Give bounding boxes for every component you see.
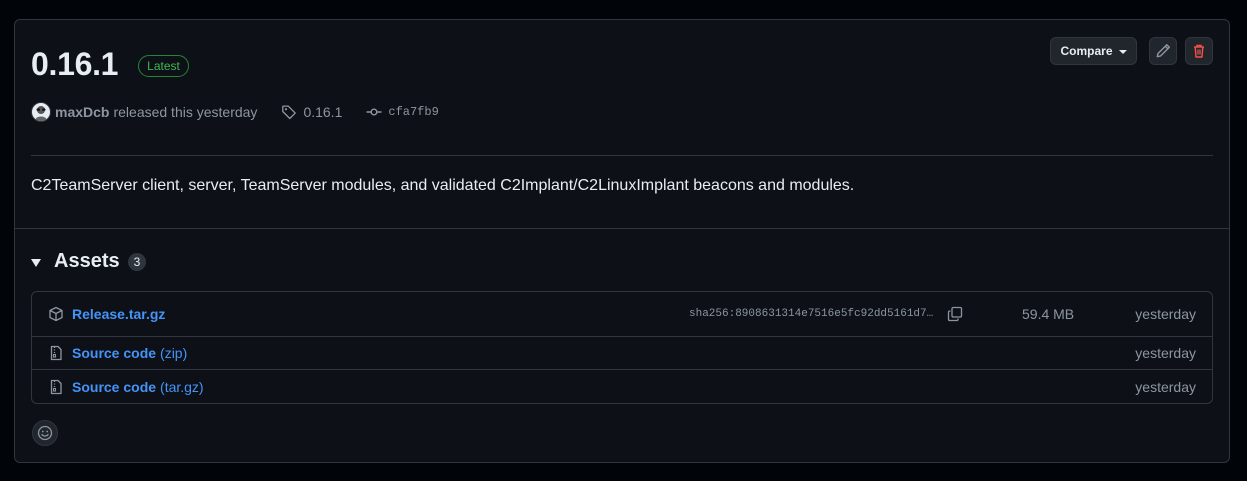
- compare-button[interactable]: Compare: [1050, 37, 1137, 65]
- release-meta: maxDcb released this yesterday 0.16.1 cf…: [31, 102, 439, 122]
- asset-format[interactable]: (tar.gz): [160, 379, 204, 395]
- header-divider: [31, 155, 1213, 156]
- trash-icon: [1194, 44, 1204, 58]
- released-text: released this yesterday: [113, 104, 258, 120]
- asset-row: Release.tar.gz sha256:8908631314e7516e5f…: [32, 292, 1212, 336]
- release-actions: Compare: [1050, 37, 1213, 65]
- latest-badge: Latest: [138, 55, 189, 77]
- asset-link[interactable]: Source code: [72, 345, 156, 361]
- assets-list: Release.tar.gz sha256:8908631314e7516e5f…: [31, 291, 1213, 404]
- tag-icon: [282, 105, 297, 120]
- triangle-down-icon: [31, 258, 41, 267]
- avatar-icon: [35, 106, 47, 121]
- package-icon: [49, 306, 63, 322]
- asset-sha: sha256:8908631314e7516e5fc92dd5161d7…: [689, 308, 934, 320]
- tag-link[interactable]: 0.16.1: [281, 104, 342, 120]
- asset-time: yesterday: [1135, 345, 1196, 361]
- asset-time: yesterday: [1135, 306, 1196, 322]
- copy-icon[interactable]: [947, 306, 963, 322]
- tag-label: 0.16.1: [303, 104, 343, 120]
- author-link[interactable]: maxDcb: [55, 104, 109, 120]
- compare-label: Compare: [1060, 44, 1113, 58]
- caret-down-icon: [1118, 50, 1127, 54]
- section-divider: [15, 228, 1229, 229]
- release-card: 0.16.1 Latest Compare maxDcb released th…: [14, 19, 1230, 463]
- asset-link[interactable]: Source code: [72, 379, 156, 395]
- commit-link[interactable]: cfa7fb9: [366, 104, 439, 120]
- assets-title: Assets: [54, 250, 120, 272]
- commit-icon: [366, 108, 382, 116]
- assets-toggle[interactable]: Assets 3: [31, 250, 147, 273]
- asset-time: yesterday: [1135, 378, 1196, 395]
- avatar[interactable]: [31, 102, 51, 122]
- add-reaction-button[interactable]: [32, 420, 58, 446]
- edit-button[interactable]: [1149, 37, 1177, 65]
- asset-row: Source code (tar.gz) yesterday: [32, 369, 1212, 403]
- asset-link[interactable]: Release.tar.gz: [72, 306, 165, 322]
- asset-row: Source code (zip) yesterday: [32, 336, 1212, 369]
- file-zip-icon: [50, 379, 62, 394]
- assets-count: 3: [127, 252, 147, 271]
- commit-sha: cfa7fb9: [388, 105, 439, 119]
- release-description: C2TeamServer client, server, TeamServer …: [31, 177, 855, 194]
- release-header: 0.16.1 Latest Compare maxDcb released th…: [31, 37, 1213, 122]
- release-version[interactable]: 0.16.1: [31, 46, 118, 83]
- asset-format[interactable]: (zip): [160, 345, 187, 361]
- file-zip-icon: [50, 345, 62, 361]
- pencil-icon: [1156, 44, 1170, 58]
- title-row: 0.16.1 Latest: [31, 44, 1213, 84]
- delete-button[interactable]: [1185, 37, 1213, 65]
- smiley-icon: [37, 425, 53, 441]
- asset-size: 59.4 MB: [1022, 306, 1075, 322]
